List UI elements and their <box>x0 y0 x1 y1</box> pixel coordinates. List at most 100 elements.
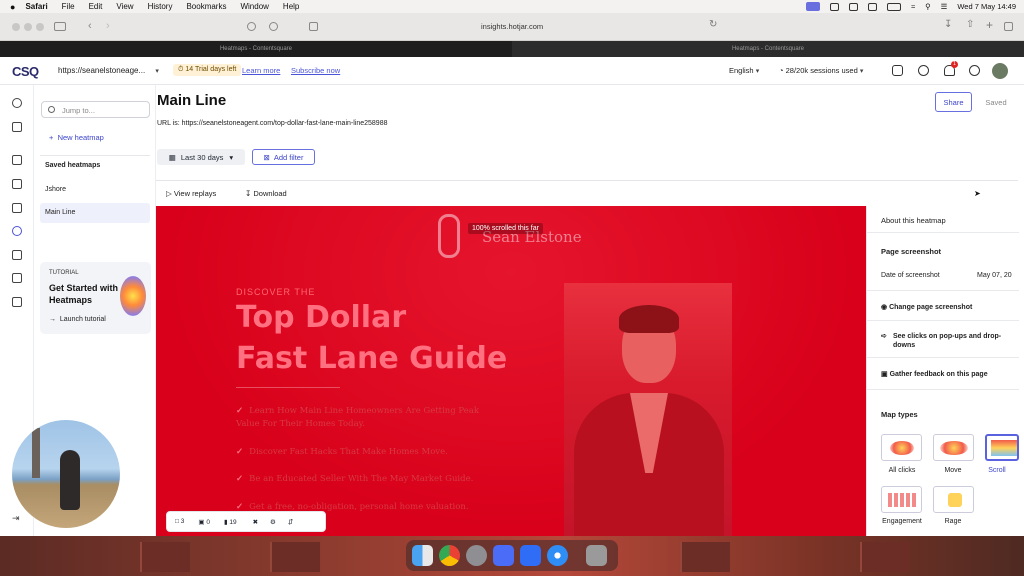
surveys-icon[interactable] <box>12 250 22 260</box>
sidebar-item-main-line[interactable]: Main Line <box>40 203 150 223</box>
date-filter-dropdown[interactable]: ▦ Last 30 days ▾ <box>157 149 245 165</box>
clock[interactable]: Wed 7 May 14:49 <box>957 2 1016 11</box>
safari-icon[interactable] <box>547 545 568 566</box>
map-type-scroll[interactable] <box>985 434 1019 461</box>
map-type-all-clicks[interactable] <box>881 434 922 461</box>
download-icon[interactable]: ↧ <box>944 19 952 30</box>
apple-icon[interactable]: ● <box>10 2 15 12</box>
screen-share-icon[interactable] <box>805 2 820 11</box>
top-nav: CSQ https://seanelstoneage... ▾ ⏱ 14 Tri… <box>0 57 1024 85</box>
battery-icon[interactable] <box>886 2 901 11</box>
brand-logo-icon <box>438 214 460 258</box>
sidebar-toggle-icon[interactable] <box>54 22 66 31</box>
date-of-screenshot-value: May 07, 20 <box>977 272 1012 279</box>
users-icon[interactable] <box>12 273 22 283</box>
rocket-icon[interactable] <box>12 98 22 108</box>
see-clicks-toggle[interactable]: ➪ See clicks on pop-ups and drop-downs <box>881 332 1017 350</box>
tab-overview-icon[interactable] <box>1004 22 1013 31</box>
sync-icon[interactable] <box>848 2 858 11</box>
avatar[interactable] <box>992 63 1008 79</box>
menu-edit[interactable]: Edit <box>89 2 103 11</box>
map-type-engagement[interactable] <box>881 486 922 513</box>
view-replays-button[interactable]: ▷ View replays <box>166 189 216 198</box>
menu-window[interactable]: Window <box>240 2 268 11</box>
language-selector[interactable]: English ▾ <box>729 66 759 75</box>
search-input[interactable]: Jump to... <box>41 101 150 118</box>
bullet-3: ✓ Be an Educated Seller With The May Mark… <box>236 473 536 486</box>
collapse-icon[interactable]: ⇥ <box>12 513 20 524</box>
site-selector[interactable]: https://seanelstoneage... ▾ <box>58 66 159 75</box>
extension-icon[interactable] <box>247 22 256 31</box>
scroll-heatmap-canvas[interactable]: Sean Elstone 100% scrolled this far DISC… <box>156 206 866 536</box>
webcam-overlay[interactable] <box>12 420 120 528</box>
learn-more-link[interactable]: Learn more <box>242 66 280 75</box>
map-type-move[interactable] <box>933 434 974 461</box>
new-tab-icon[interactable]: + <box>986 18 993 32</box>
integrations-icon[interactable] <box>892 65 903 76</box>
roof-shape <box>680 542 730 572</box>
change-screenshot-button[interactable]: ◉ Change page screenshot <box>881 303 972 311</box>
mobile-tab[interactable]: ▮ 19 <box>224 518 237 526</box>
minimize-window-button[interactable] <box>24 23 32 31</box>
slack-icon[interactable] <box>493 545 514 566</box>
menu-view[interactable]: View <box>116 2 133 11</box>
address-bar[interactable]: insights.hotjar.com <box>481 22 543 31</box>
forward-icon[interactable]: › <box>106 20 110 32</box>
share-button[interactable]: Share <box>935 92 972 112</box>
tab-heatmaps-1[interactable]: Heatmaps - Contentsquare <box>0 41 512 57</box>
menu-bookmarks[interactable]: Bookmarks <box>186 2 226 11</box>
map-type-rage[interactable] <box>933 486 974 513</box>
dashboard-icon[interactable] <box>12 122 22 132</box>
map-type-label: Move <box>944 467 962 474</box>
sessions-usage[interactable]: ◔ 28/20k sessions used ▾ <box>779 66 863 75</box>
tutorial-card[interactable]: TUTORIAL Get Started with Heatmaps → Lau… <box>40 262 151 334</box>
logo[interactable]: CSQ <box>12 64 39 79</box>
photo-hair <box>619 305 679 333</box>
new-heatmap-button[interactable]: + New heatmap <box>49 133 104 142</box>
app-icon[interactable] <box>520 545 541 566</box>
finder-icon[interactable] <box>412 545 433 566</box>
heatmaps-icon[interactable] <box>12 226 22 236</box>
chart-icon[interactable] <box>12 179 22 189</box>
help-icon[interactable] <box>969 65 980 76</box>
settings-icon[interactable]: ⚙ <box>270 518 276 526</box>
settings-app-icon[interactable] <box>466 545 487 566</box>
launch-tutorial-link[interactable]: → Launch tutorial <box>49 316 106 323</box>
spotlight-icon[interactable]: ⚲ <box>925 2 931 11</box>
wifi-icon[interactable]: ≈ <box>911 2 915 11</box>
add-user-icon[interactable] <box>918 65 929 76</box>
menu-help[interactable]: Help <box>283 2 299 11</box>
status-icon[interactable] <box>829 2 839 11</box>
extension-icon-2[interactable] <box>269 22 278 31</box>
add-filter-button[interactable]: ⊠ Add filter <box>252 149 315 165</box>
sidebar-item-jshore[interactable]: Jshore <box>40 180 150 200</box>
menu-safari[interactable]: Safari <box>25 2 47 11</box>
page-settings-icon[interactable] <box>309 22 318 31</box>
checklist-icon[interactable] <box>12 155 22 165</box>
lock-icon[interactable] <box>867 2 877 11</box>
zoom-icon[interactable]: ✖ <box>253 518 258 526</box>
control-center-icon[interactable]: ☰ <box>941 2 948 11</box>
trash-icon[interactable] <box>586 545 607 566</box>
tablet-tab[interactable]: ▣ 0 <box>198 518 210 526</box>
zoom-window-button[interactable] <box>36 23 44 31</box>
chrome-icon[interactable] <box>439 545 460 566</box>
download-button[interactable]: ↧ Download <box>245 189 287 198</box>
feedback-icon[interactable] <box>12 297 22 307</box>
share-icon[interactable]: ⇧ <box>966 19 974 30</box>
expand-icon[interactable]: ⇵ <box>288 518 293 526</box>
reload-icon[interactable]: ↻ <box>709 19 717 30</box>
check-icon: ✓ <box>236 406 244 416</box>
close-window-button[interactable] <box>12 23 20 31</box>
scroll-thumb-icon <box>991 440 1017 456</box>
desktop-tab[interactable]: □ 3 <box>175 518 184 525</box>
tab-label: Heatmaps - Contentsquare <box>731 46 805 52</box>
recordings-icon[interactable] <box>12 203 22 213</box>
menu-history[interactable]: History <box>148 2 173 11</box>
tab-heatmaps-2[interactable]: Heatmaps - Contentsquare <box>512 41 1024 57</box>
back-icon[interactable]: ‹ <box>88 20 92 32</box>
gather-feedback-button[interactable]: ▣ Gather feedback on this page <box>881 370 988 378</box>
map-type-label: Rage <box>944 518 962 525</box>
menu-file[interactable]: File <box>62 2 75 11</box>
subscribe-link[interactable]: Subscribe now <box>291 66 340 75</box>
